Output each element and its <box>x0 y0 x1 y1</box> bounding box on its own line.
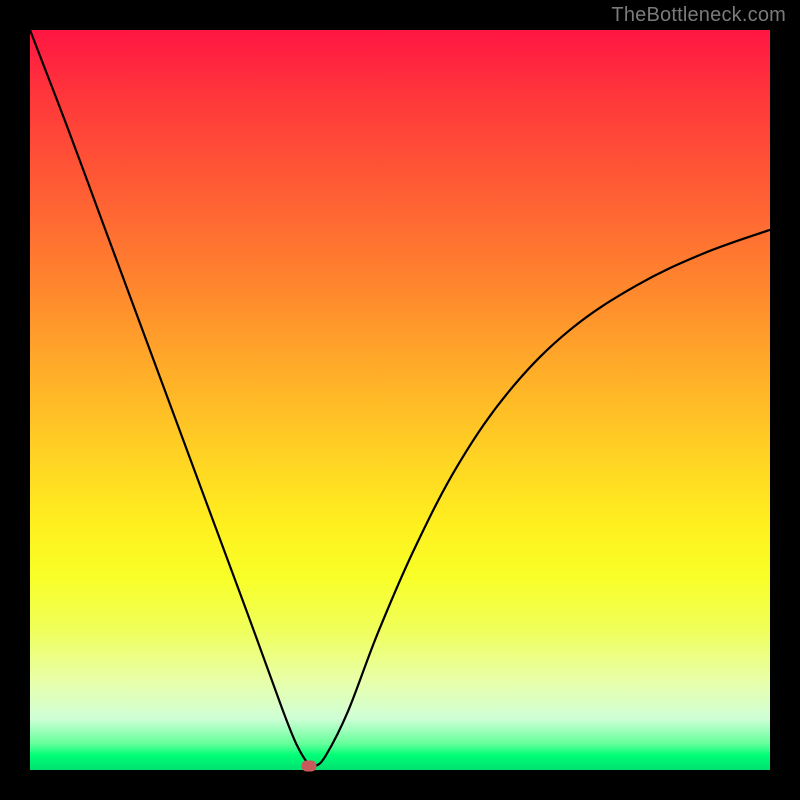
chart-background <box>30 30 770 770</box>
minimum-marker <box>301 760 316 771</box>
watermark-text: TheBottleneck.com <box>611 4 786 27</box>
